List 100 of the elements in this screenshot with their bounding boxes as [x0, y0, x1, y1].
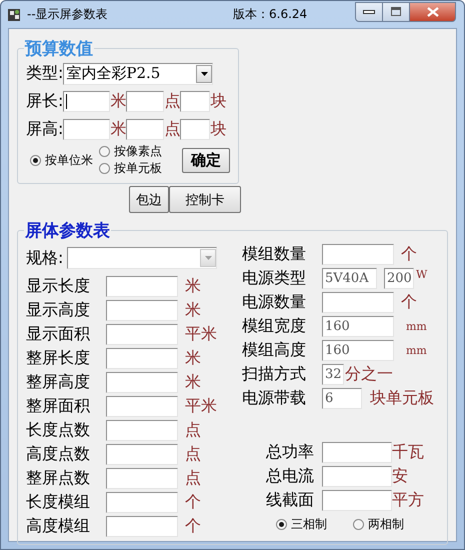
- version-label: 版本：6.6.24: [233, 6, 308, 23]
- input-field[interactable]: [322, 490, 392, 510]
- unit-label: 平方: [392, 490, 424, 510]
- field-label: 模组宽度: [242, 316, 307, 336]
- unit-label: 点: [164, 118, 180, 140]
- field-label: 显示高度: [26, 300, 91, 320]
- input-field[interactable]: [106, 324, 178, 344]
- field-label: 显示面积: [26, 324, 91, 344]
- input-field[interactable]: [106, 444, 178, 464]
- input-field[interactable]: [126, 118, 164, 140]
- field-label: 屏长:: [26, 90, 64, 112]
- input-field[interactable]: [322, 244, 394, 264]
- field-label: 模组高度: [242, 340, 307, 360]
- input-field[interactable]: [106, 516, 178, 536]
- input-field[interactable]: [106, 420, 178, 440]
- field-label: 显示长度: [26, 276, 91, 296]
- input-field[interactable]: [106, 348, 178, 368]
- input-field[interactable]: 6: [322, 388, 362, 408]
- field-label: 长度点数: [26, 420, 91, 440]
- input-field[interactable]: [322, 466, 392, 486]
- unit-label: 安: [392, 466, 408, 486]
- input-field[interactable]: 32: [322, 364, 344, 384]
- unit-label: 点: [185, 444, 201, 464]
- input-field[interactable]: [106, 300, 178, 320]
- dropdown-arrow-icon: [204, 256, 212, 260]
- unit-label: 个: [185, 492, 201, 512]
- unit-label: 点: [185, 420, 201, 440]
- unit-label: 米: [110, 118, 126, 140]
- unit-label: 平米: [185, 324, 217, 344]
- close-button[interactable]: [410, 2, 456, 22]
- input-field[interactable]: [180, 118, 210, 140]
- input-field[interactable]: [322, 442, 392, 462]
- input-field[interactable]: [126, 90, 164, 112]
- field-label: 电源数量: [242, 292, 307, 312]
- dropdown-arrow-icon: [200, 72, 208, 76]
- unit-label: 千瓦: [392, 442, 424, 462]
- input-field[interactable]: [106, 276, 178, 296]
- unit-label: mm: [406, 344, 427, 356]
- field-label: 整屏点数: [26, 468, 91, 488]
- field-label: 电源带载: [242, 388, 307, 408]
- field-label: 高度点数: [26, 444, 91, 464]
- input-field[interactable]: [106, 372, 178, 392]
- unit-label: 米: [185, 276, 201, 296]
- radio-option[interactable]: 三相制: [276, 516, 327, 532]
- unit-label: 块: [210, 118, 226, 140]
- input-field[interactable]: [63, 90, 110, 112]
- spec-dropdown[interactable]: [67, 247, 218, 269]
- unit-label: mm: [406, 320, 427, 332]
- input-field[interactable]: [106, 492, 178, 512]
- unit-label: 个: [401, 244, 417, 264]
- field-label: 线截面: [265, 490, 314, 510]
- field-label: 整屏面积: [26, 396, 91, 416]
- minimize-icon: [363, 10, 375, 14]
- unit-label: 个: [185, 516, 201, 536]
- input-field[interactable]: [180, 90, 210, 112]
- unit-label: 分之一: [345, 364, 393, 384]
- field-label: 模组数量: [242, 244, 307, 264]
- action-button[interactable]: 控制卡: [169, 186, 241, 213]
- unit-label: 个: [401, 292, 417, 312]
- close-icon: [426, 6, 438, 16]
- field-label: 高度模组: [26, 516, 91, 536]
- field-label: 屏高:: [26, 118, 64, 140]
- action-button[interactable]: 包边: [129, 186, 169, 213]
- input-field[interactable]: [106, 396, 178, 416]
- field-label: 扫描方式: [242, 364, 307, 384]
- group-title: 屏体参数表: [25, 221, 110, 241]
- radio-option[interactable]: 两相制: [353, 516, 404, 532]
- unit-label: 点: [164, 90, 180, 112]
- unit-label: W: [416, 268, 428, 281]
- radio-option[interactable]: 按单位米: [30, 152, 93, 168]
- field-label: 总电流: [265, 466, 314, 486]
- window-title: --显示屏参数表: [27, 6, 109, 23]
- type-dropdown[interactable]: 室内全彩P2.5: [63, 62, 214, 84]
- field-label: 总功率: [265, 442, 314, 462]
- unit-label: 米: [185, 348, 201, 368]
- field-label: 长度模组: [26, 492, 91, 512]
- field-label: 电源类型: [242, 268, 307, 288]
- input-field[interactable]: 200: [384, 268, 414, 288]
- unit-label: 米: [110, 90, 126, 112]
- input-field[interactable]: [63, 118, 110, 140]
- unit-label: 块: [210, 90, 226, 112]
- input-field[interactable]: 5V40A: [322, 268, 377, 288]
- unit-label: 块单元板: [370, 388, 434, 408]
- input-field[interactable]: 160: [322, 316, 394, 336]
- minimize-button[interactable]: [355, 2, 383, 22]
- input-field[interactable]: [322, 292, 394, 312]
- confirm-button[interactable]: 确定: [182, 148, 230, 172]
- radio-option[interactable]: 按像素点: [99, 143, 162, 160]
- unit-label: 点: [185, 468, 201, 488]
- app-icon: [7, 8, 21, 22]
- field-label: 整屏长度: [26, 348, 91, 368]
- maximize-icon: [391, 7, 401, 16]
- field-label: 整屏高度: [26, 372, 91, 392]
- input-field[interactable]: [106, 468, 178, 488]
- group-title: 预算数值: [25, 39, 93, 59]
- unit-label: 米: [185, 300, 201, 320]
- input-field[interactable]: 160: [322, 340, 394, 360]
- radio-option[interactable]: 按单元板: [99, 160, 162, 177]
- maximize-button[interactable]: [383, 2, 410, 22]
- text-cursor: [66, 94, 68, 108]
